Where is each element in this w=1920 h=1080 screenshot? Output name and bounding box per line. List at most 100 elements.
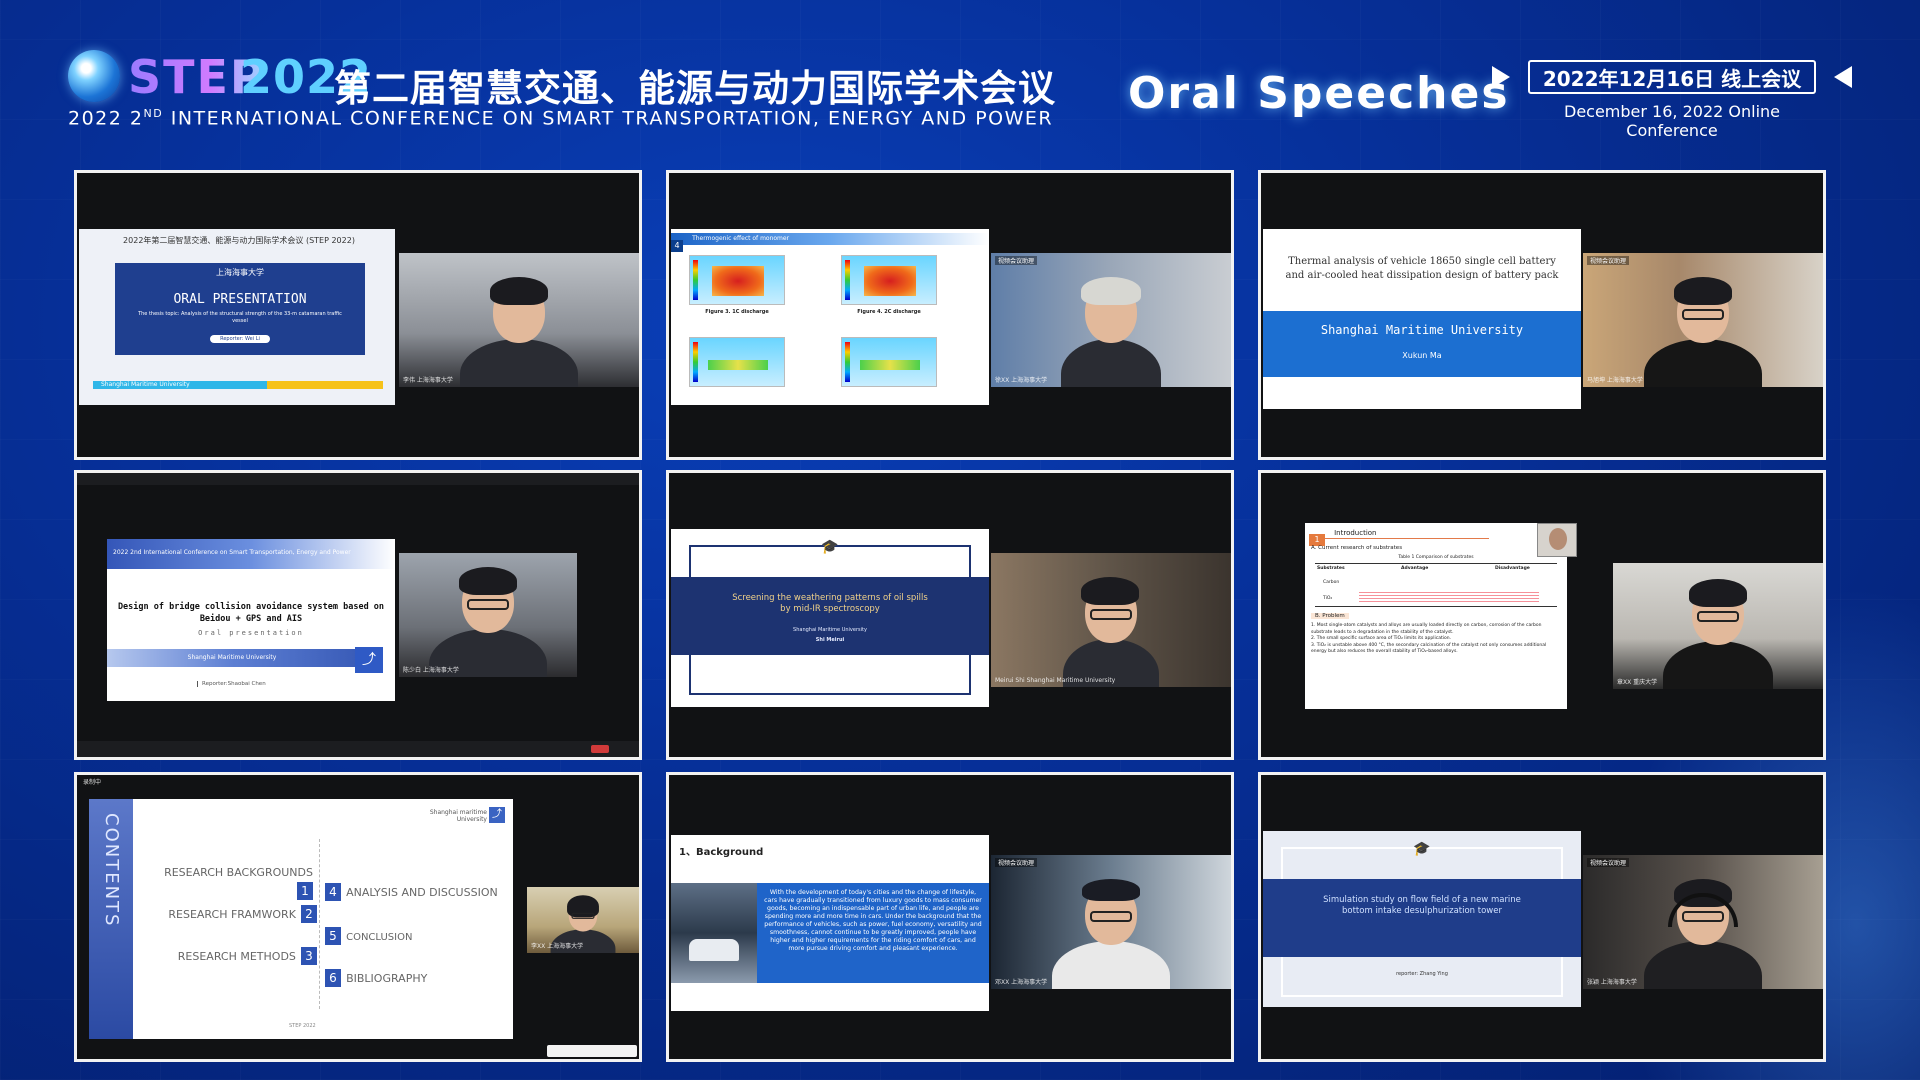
participant-avatar	[1663, 575, 1773, 689]
video-tile-8[interactable]: 1、Background With the development of tod…	[666, 772, 1234, 1062]
contents-item-4[interactable]: 4 ANALYSIS AND DISCUSSION	[325, 881, 498, 901]
university-logo-text: Shanghai maritime University	[429, 809, 487, 823]
shared-slide: 🎓 Simulation study on flow field of a ne…	[1263, 831, 1581, 1007]
thermal-section-1c	[689, 337, 785, 387]
share-icon: ⤴	[489, 807, 505, 823]
slide-header: 2022年第二届智慧交通、能源与动力国际学术会议 (STEP 2022)	[123, 236, 355, 245]
participant-avatar	[1052, 875, 1170, 989]
video-tile-1[interactable]: 2022年第二届智慧交通、能源与动力国际学术会议 (STEP 2022) 上海海…	[74, 170, 642, 460]
participant-avatar	[1061, 273, 1161, 387]
end-meeting-button[interactable]	[591, 745, 609, 753]
contents-item-3[interactable]: RESEARCH METHODS 3	[153, 945, 317, 965]
title-panel: 上海海事大学 ORAL PRESENTATION The thesis topi…	[115, 263, 365, 355]
contents-item-5[interactable]: 5 CONCLUSION	[325, 925, 412, 945]
thermal-section-2c	[841, 337, 937, 387]
camera-tag: 视频会议助理	[1587, 858, 1630, 867]
english-title: 2022 2ND INTERNATIONAL CONFERENCE ON SMA…	[68, 107, 1054, 130]
participant-name: 章XX 重庆大学	[1617, 679, 1658, 686]
participant-name: 陈少白 上海海事大学	[403, 667, 459, 674]
reporter-text: Reporter:Shaobai Chen	[197, 681, 266, 687]
slide-footer: STEP 2022	[289, 1023, 316, 1029]
title-panel: Screening the weathering patterns of oil…	[671, 577, 989, 655]
chinese-title: 第二届智慧交通、能源与动力国际学术会议	[334, 67, 1056, 110]
participant-camera: 视频会议助理 邓XX 上海海事大学	[991, 855, 1231, 989]
section-bar: 4 Thermogenic effect of monomer	[671, 233, 989, 252]
meeting-top-bar	[77, 473, 639, 485]
section-title: Oral Speeches	[1128, 68, 1510, 119]
section-header: 1 Introduction	[1309, 527, 1489, 546]
camera-tag: 视频会议助理	[1587, 256, 1630, 265]
participant-camera: 陈少白 上海海事大学	[399, 553, 577, 677]
shared-slide: 4 Thermogenic effect of monomer Figure 3…	[671, 229, 989, 405]
figure-4-caption: Figure 4. 2C discharge	[857, 309, 921, 315]
participant-camera: 视频会议助理 张颖 上海海事大学	[1583, 855, 1823, 989]
subheading-b: B. Problem	[1311, 613, 1349, 619]
participant-camera: Meirui Shi Shanghai Maritime University	[991, 553, 1231, 687]
step-logo-icon	[68, 50, 120, 102]
thermal-plot-2c	[841, 255, 937, 305]
slide-title: Thermal analysis of vehicle 18650 single…	[1285, 256, 1559, 281]
slide-subtitle: The thesis topic: Analysis of the struct…	[138, 311, 342, 324]
share-icon: ⤴	[355, 647, 383, 673]
shared-slide: 1 Introduction A. Current research of su…	[1305, 523, 1567, 709]
shared-slide: 1、Background With the development of tod…	[671, 835, 989, 1011]
background-text-panel: With the development of today's cities a…	[757, 883, 989, 983]
section-heading: 1、Background	[679, 847, 764, 858]
divider	[319, 839, 320, 1009]
slide-title: Design of bridge collision avoidance sys…	[117, 602, 385, 624]
reporter-text: reporter: Zhang Ying	[1396, 971, 1448, 977]
self-view-camera[interactable]	[1537, 523, 1577, 557]
video-tile-4[interactable]: 2022 2nd International Conference on Sma…	[74, 470, 642, 760]
slide-title: ORAL PRESENTATION	[173, 292, 307, 307]
slide-banner: 2022 2nd International Conference on Sma…	[107, 539, 395, 569]
participant-name: 邓XX 上海海事大学	[995, 979, 1048, 986]
video-tile-5[interactable]: 🎓 Screening the weathering patterns of o…	[666, 470, 1234, 760]
participant-avatar	[1063, 573, 1159, 687]
title-panel: Simulation study on flow field of a new …	[1263, 879, 1581, 957]
participant-name: 李伟 上海海事大学	[403, 377, 453, 384]
contents-sidebar: CONTENTS	[89, 799, 133, 1039]
shared-slide: Thermal analysis of vehicle 18650 single…	[1263, 229, 1581, 409]
video-tile-6[interactable]: 1 Introduction A. Current research of su…	[1258, 470, 1826, 760]
car-factory-photo	[671, 883, 757, 983]
comparison-table: Substrates Advantage Disadvantage Carbon…	[1315, 563, 1557, 607]
participant-camera: 李XX 上海海事大学	[527, 887, 639, 953]
shared-slide: CONTENTS Shanghai maritime University ⤴ …	[89, 799, 513, 1039]
shared-slide: 2022年第二届智慧交通、能源与动力国际学术会议 (STEP 2022) 上海海…	[79, 229, 395, 405]
meeting-toolbar[interactable]	[77, 741, 639, 757]
participant-name: 徐XX 上海海事大学	[995, 377, 1048, 384]
university-logo-text: 上海海事大学	[216, 268, 264, 277]
participant-camera: 视频会议助理 马旭坤 上海海事大学	[1583, 253, 1823, 387]
video-tile-2[interactable]: 4 Thermogenic effect of monomer Figure 3…	[666, 170, 1234, 460]
contents-item-1[interactable]: RESEARCH BACKGROUNDS 1	[153, 861, 313, 900]
thermal-plot-1c	[689, 255, 785, 305]
video-tile-3[interactable]: Thermal analysis of vehicle 18650 single…	[1258, 170, 1826, 460]
slide-subtitle: Oral presentation	[198, 629, 304, 637]
participant-name: 张颖 上海海事大学	[1587, 979, 1637, 986]
contents-item-2[interactable]: RESEARCH FRAMWORK 2	[153, 903, 317, 923]
participant-avatar	[429, 563, 547, 677]
university-band: Shanghai Maritime University	[107, 649, 357, 667]
participant-avatar	[1644, 875, 1762, 989]
input-method-toolbar[interactable]	[547, 1045, 637, 1057]
video-tile-7[interactable]: 录制中 CONTENTS Shanghai maritime Universit…	[74, 772, 642, 1062]
conference-header: STEP 2022 第二届智慧交通、能源与动力国际学术会议 2022 2ND I…	[0, 0, 1920, 165]
contents-item-6[interactable]: 6 BIBLIOGRAPHY	[325, 967, 427, 987]
date-badge: 2022年12月16日 线上会议	[1528, 60, 1816, 94]
shared-slide: 🎓 Screening the weathering patterns of o…	[671, 529, 989, 707]
graduation-cap-icon: 🎓	[821, 539, 839, 555]
problem-list: 1. Most single-atom catalysts and alloys…	[1311, 623, 1547, 654]
table-caption: Table 1 Comparison of substrates	[1398, 555, 1474, 560]
participant-camera: 李伟 上海海事大学	[399, 253, 639, 387]
recording-indicator: 录制中	[83, 779, 102, 786]
date-english: December 16, 2022 Online Conference	[1564, 102, 1780, 140]
video-tile-9[interactable]: 🎓 Simulation study on flow field of a ne…	[1258, 772, 1826, 1062]
subheading-a: A. Current research of substrates	[1311, 545, 1403, 551]
camera-tag: 视频会议助理	[995, 256, 1038, 265]
participant-name: 李XX 上海海事大学	[531, 943, 584, 950]
slide-footer: Shanghai Maritime University	[93, 381, 383, 389]
participant-name: 马旭坤 上海海事大学	[1587, 377, 1643, 384]
figure-3-caption: Figure 3. 1C discharge	[705, 309, 769, 315]
participant-avatar	[1644, 273, 1762, 387]
participant-name: Meirui Shi Shanghai Maritime University	[995, 677, 1116, 684]
